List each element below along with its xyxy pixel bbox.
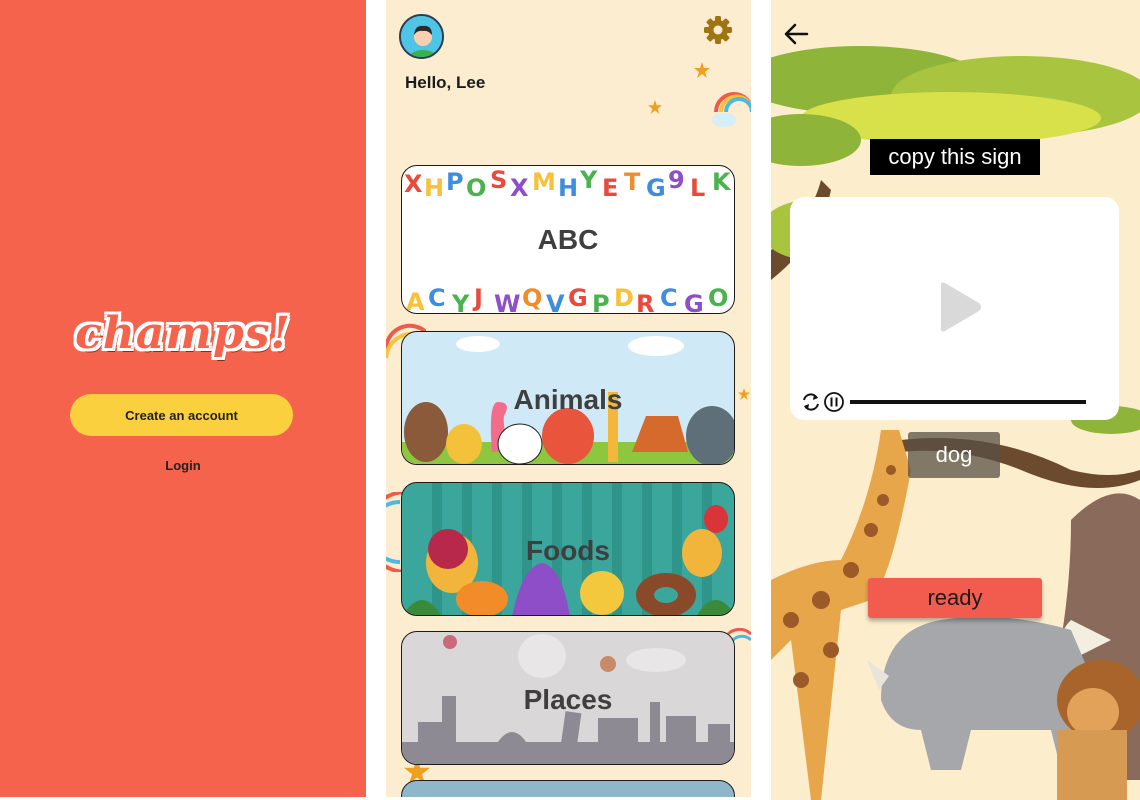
- svg-text:Q: Q: [522, 284, 542, 312]
- svg-text:Y: Y: [579, 166, 598, 194]
- star-icon: [738, 388, 750, 400]
- gear-icon[interactable]: [702, 14, 734, 46]
- svg-text:S: S: [490, 166, 507, 194]
- progress-bar[interactable]: [850, 400, 1086, 404]
- video-player[interactable]: [790, 197, 1119, 420]
- svg-text:X: X: [510, 174, 529, 202]
- svg-text:V: V: [546, 290, 565, 314]
- svg-text:H: H: [558, 174, 578, 202]
- sign-practice-screen: copy this sign dog ready: [771, 0, 1140, 800]
- app-logo: champs!: [75, 308, 291, 359]
- svg-text:X: X: [404, 170, 423, 198]
- svg-text:P: P: [592, 290, 610, 314]
- greeting-text: Hello, Lee: [405, 73, 486, 92]
- svg-text:O: O: [466, 174, 486, 202]
- play-icon[interactable]: [935, 281, 983, 333]
- svg-text:K: K: [712, 168, 732, 196]
- svg-text:Y: Y: [451, 290, 470, 314]
- svg-text:G: G: [684, 290, 704, 314]
- svg-text:A: A: [406, 288, 425, 314]
- svg-text:D: D: [614, 284, 634, 312]
- boy-avatar-icon: [401, 16, 442, 57]
- svg-text:G: G: [646, 174, 666, 202]
- category-card-abc[interactable]: XH PO SX MH YE TG 9L K AC YJ WQ VG PD RC…: [401, 165, 735, 314]
- target-word: dog: [908, 432, 1000, 478]
- svg-text:9: 9: [668, 166, 685, 194]
- svg-text:R: R: [636, 290, 654, 314]
- svg-text:G: G: [568, 284, 588, 312]
- category-label: ABC: [537, 224, 599, 255]
- star-icon: [648, 100, 662, 114]
- svg-text:H: H: [424, 174, 444, 202]
- category-card-places[interactable]: Places: [401, 631, 735, 765]
- star-icon: [694, 62, 710, 78]
- svg-text:P: P: [446, 168, 464, 196]
- category-card-foods[interactable]: Foods: [401, 482, 735, 616]
- home-screen: Hello, Lee XH PO SX MH YE TG 9L K AC YJ …: [386, 0, 751, 797]
- svg-text:M: M: [532, 168, 556, 196]
- category-card-next[interactable]: [401, 780, 735, 797]
- svg-text:J: J: [472, 284, 483, 312]
- category-label: Places: [523, 684, 613, 715]
- pause-icon[interactable]: [823, 391, 845, 413]
- svg-text:C: C: [660, 284, 678, 312]
- svg-text:L: L: [690, 174, 705, 202]
- ready-button[interactable]: ready: [868, 578, 1042, 618]
- rainbow-icon: [712, 92, 751, 127]
- svg-text:T: T: [624, 168, 641, 196]
- svg-text:W: W: [494, 290, 520, 314]
- svg-text:O: O: [708, 284, 728, 312]
- instruction-label: copy this sign: [870, 139, 1040, 175]
- category-label: Foods: [526, 535, 610, 566]
- avatar[interactable]: [399, 14, 444, 59]
- category-label: Animals: [513, 384, 623, 415]
- splash-screen: champs! Create an account Login: [0, 0, 366, 797]
- category-card-animals[interactable]: Animals: [401, 331, 735, 465]
- replay-icon[interactable]: [800, 391, 822, 413]
- create-account-button[interactable]: Create an account: [70, 394, 293, 436]
- login-link[interactable]: Login: [0, 458, 366, 473]
- svg-text:C: C: [428, 284, 446, 312]
- svg-text:E: E: [602, 174, 618, 202]
- arrow-left-icon[interactable]: [781, 20, 813, 48]
